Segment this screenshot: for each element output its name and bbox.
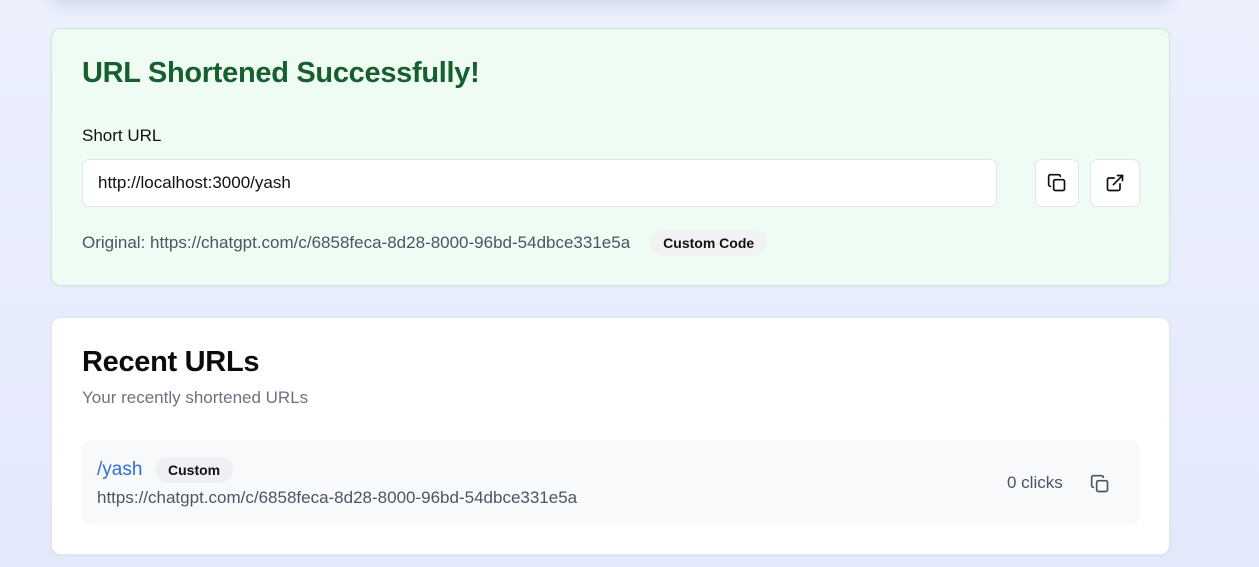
- copy-icon: [1090, 474, 1109, 493]
- recent-urls-title: Recent URLs: [82, 346, 260, 378]
- custom-code-badge: Custom Code: [650, 230, 768, 256]
- list-item: /yash Custom https://chatgpt.com/c/6858f…: [82, 440, 1140, 525]
- success-title: URL Shortened Successfully!: [82, 57, 480, 89]
- recent-urls-subtitle: Your recently shortened URLs: [82, 388, 309, 407]
- original-url: https://chatgpt.com/c/6858feca-8d28-8000…: [97, 488, 578, 507]
- recent-urls-card: Recent URLs Your recently shortened URLs…: [51, 317, 1170, 555]
- short-url-input[interactable]: [82, 159, 997, 207]
- copy-short-url-button[interactable]: [1035, 159, 1079, 207]
- external-link-icon: [1106, 174, 1124, 192]
- short-code-link[interactable]: /yash: [97, 459, 142, 481]
- custom-badge: Custom: [155, 457, 234, 483]
- original-url: https://chatgpt.com/c/6858feca-8d28-8000…: [150, 233, 631, 252]
- short-url-label: Short URL: [82, 126, 162, 145]
- success-card: URL Shortened Successfully! Short URL Or…: [51, 28, 1170, 286]
- open-short-url-button[interactable]: [1090, 159, 1140, 207]
- original-prefix: Original:: [82, 233, 151, 252]
- original-url-row: Original: https://chatgpt.com/c/6858feca…: [82, 230, 768, 256]
- copy-url-button[interactable]: [1084, 468, 1116, 500]
- copy-icon: [1047, 173, 1066, 192]
- click-count: 0 clicks: [1007, 473, 1063, 492]
